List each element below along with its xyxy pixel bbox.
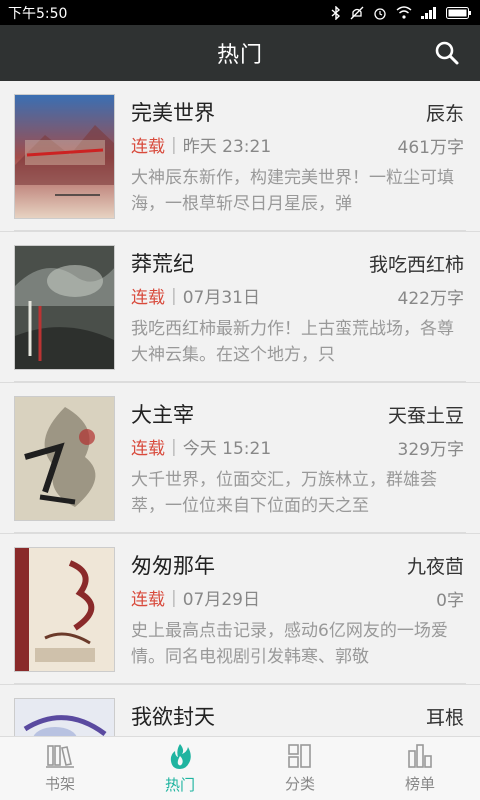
meta-divider: | xyxy=(171,436,177,457)
book-title: 完美世界 xyxy=(131,101,215,125)
book-author: 我吃西红柿 xyxy=(368,254,464,276)
book-description: 大神辰东新作，构建完美世界！一粒尘可填海，一根草斩尽日月星辰，弹 xyxy=(131,168,454,214)
chart-icon xyxy=(408,744,432,768)
serial-status: 连载 xyxy=(131,137,165,157)
word-count: 461万字 xyxy=(397,138,464,158)
book-item[interactable]: 莽荒纪 我吃西红柿 连载 | 07月31日 422万字 我吃西红柿最新力作！上古… xyxy=(0,232,480,383)
battery-icon xyxy=(446,6,471,19)
update-time: 今天 15:21 xyxy=(182,439,272,459)
category-icon xyxy=(288,744,311,768)
book-item[interactable]: 大主宰 天蚕土豆 连载 | 今天 15:21 329万字 大千世界，位面交汇，万… xyxy=(0,383,480,534)
book-description: 我吃西红柿最新力作！上古蛮荒战场，各尊大神云集。在这个地方，只 xyxy=(131,319,454,365)
search-icon xyxy=(435,41,459,65)
status-icons xyxy=(331,5,472,20)
book-meta: 连载 | 07月29日 xyxy=(131,585,260,611)
wifi-icon xyxy=(396,6,412,19)
tab-bookshelf[interactable]: 书架 xyxy=(0,737,120,800)
book-title: 莽荒纪 xyxy=(131,252,194,276)
row-divider xyxy=(14,230,466,231)
book-item[interactable]: 匆匆那年 九夜茴 连载 | 07月29日 0字 史上最高点击记录，感动6亿网友的… xyxy=(0,534,480,685)
tab-label: 书架 xyxy=(44,775,75,793)
book-title: 我欲封天 xyxy=(131,705,215,729)
bottom-nav: 书架 热门 分类 榜单 xyxy=(0,736,480,800)
word-count: 0字 xyxy=(436,591,464,611)
update-time: 昨天 23:21 xyxy=(182,137,272,157)
tab-label: 榜单 xyxy=(404,775,435,793)
mute-icon xyxy=(350,6,364,19)
book-meta: 连载 | 今天 15:21 xyxy=(131,434,272,460)
row-divider xyxy=(14,532,466,533)
book-cover xyxy=(14,396,115,521)
tab-label: 热门 xyxy=(164,776,195,794)
search-button[interactable] xyxy=(432,38,462,68)
book-item[interactable]: 完美世界 辰东 连载 | 昨天 23:21 461万字 大神辰东新作，构建完美世… xyxy=(0,81,480,232)
bluetooth-icon xyxy=(331,5,341,20)
meta-divider: | xyxy=(171,285,177,306)
tab-category[interactable]: 分类 xyxy=(240,737,360,800)
book-description: 大千世界，位面交汇，万族林立，群雄荟萃，一位位来自下位面的天之至 xyxy=(131,470,437,516)
tab-ranking[interactable]: 榜单 xyxy=(360,737,480,800)
book-cover xyxy=(14,547,115,672)
book-title: 大主宰 xyxy=(131,403,194,427)
alarm-icon xyxy=(374,7,386,20)
tab-hot[interactable]: 热门 xyxy=(120,737,240,800)
word-count: 329万字 xyxy=(397,440,464,460)
bookshelf-icon xyxy=(46,745,74,768)
serial-status: 连载 xyxy=(131,439,165,459)
book-cover xyxy=(14,94,115,219)
book-author: 天蚕土豆 xyxy=(387,405,464,427)
meta-divider: | xyxy=(171,134,177,155)
book-author: 九夜茴 xyxy=(406,556,464,578)
book-author: 辰东 xyxy=(425,103,464,125)
book-title: 匆匆那年 xyxy=(131,554,215,578)
book-cover xyxy=(14,698,115,736)
update-time: 07月31日 xyxy=(182,288,260,308)
status-bar: 下午5:50 xyxy=(0,0,480,25)
book-list[interactable]: 完美世界 辰东 连载 | 昨天 23:21 461万字 大神辰东新作，构建完美世… xyxy=(0,81,480,736)
tab-label: 分类 xyxy=(284,775,315,793)
book-author: 耳根 xyxy=(425,707,464,729)
book-cover xyxy=(14,245,115,370)
row-divider xyxy=(14,683,466,684)
signal-icon xyxy=(421,6,436,19)
book-meta: 连载 | 07月31日 xyxy=(131,283,260,309)
flame-icon xyxy=(170,744,191,769)
serial-status: 连载 xyxy=(131,590,165,610)
book-meta: 连载 | 昨天 23:21 xyxy=(131,132,272,158)
row-divider xyxy=(14,381,466,382)
page-title: 热门 xyxy=(216,43,263,68)
status-time: 下午5:50 xyxy=(8,5,68,22)
serial-status: 连载 xyxy=(131,288,165,308)
meta-divider: | xyxy=(171,587,177,608)
update-time: 07月29日 xyxy=(182,590,260,610)
top-bar: 热门 xyxy=(0,25,480,81)
book-item[interactable]: 我欲封天 耳根 xyxy=(0,685,480,736)
book-description: 史上最高点击记录，感动6亿网友的一场爱情。同名电视剧引发韩寒、郭敬 xyxy=(131,621,448,667)
word-count: 422万字 xyxy=(397,289,464,309)
